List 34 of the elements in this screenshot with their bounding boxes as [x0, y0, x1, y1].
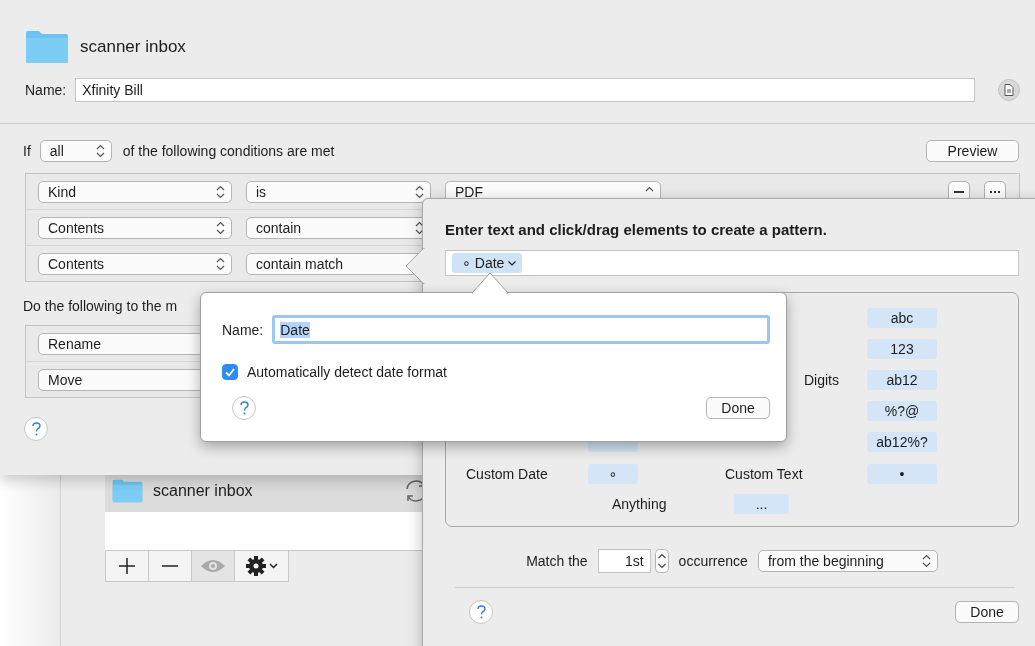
attribute-popup[interactable]: Contents: [38, 252, 232, 275]
element-label: Custom Text: [725, 465, 804, 482]
attribute-popup[interactable]: Contents: [38, 216, 232, 239]
direction-popup[interactable]: from the beginning: [757, 550, 938, 572]
element-token[interactable]: %?@: [867, 401, 937, 422]
pattern-instruction: Enter text and click/drag elements to create a pattern.: [445, 221, 827, 238]
element-label: Custom Date: [466, 465, 549, 482]
actions-label: Do the following to the m: [23, 298, 178, 314]
element-label: Anything: [612, 496, 668, 512]
match-mode-popup[interactable]: all: [39, 140, 112, 162]
conditions-label: of the following conditions are met: [122, 143, 335, 159]
name-field[interactable]: Xfinity Bill: [75, 78, 975, 102]
if-label: If: [23, 143, 31, 159]
date-token[interactable]: ∘ Date: [452, 253, 523, 273]
element-label: Digits: [803, 371, 840, 388]
match-label: Match the: [526, 553, 588, 569]
name-label: Name:: [25, 82, 67, 98]
occurrence-label: occurrence: [678, 553, 748, 569]
element-token[interactable]: ...: [734, 494, 789, 514]
attribute-popup[interactable]: Kind: [38, 180, 232, 203]
element-token[interactable]: •: [867, 463, 937, 484]
element-token[interactable]: ab12%?: [867, 432, 937, 453]
folder-title: scanner inbox: [80, 37, 186, 57]
preview-button[interactable]: Preview: [926, 140, 1019, 162]
element-token[interactable]: 123: [867, 338, 937, 359]
done-button[interactable]: Done: [706, 397, 770, 419]
occurrence-field[interactable]: 1st: [597, 549, 651, 573]
element-token[interactable]: ∘: [588, 463, 638, 484]
done-button[interactable]: Done: [955, 601, 1019, 623]
name-field[interactable]: Date: [272, 315, 770, 344]
element-token[interactable]: ab12: [867, 369, 937, 390]
operator-popup[interactable]: is: [246, 180, 431, 203]
element-token[interactable]: abc: [867, 307, 937, 328]
folder-name: scanner inbox: [153, 482, 253, 500]
